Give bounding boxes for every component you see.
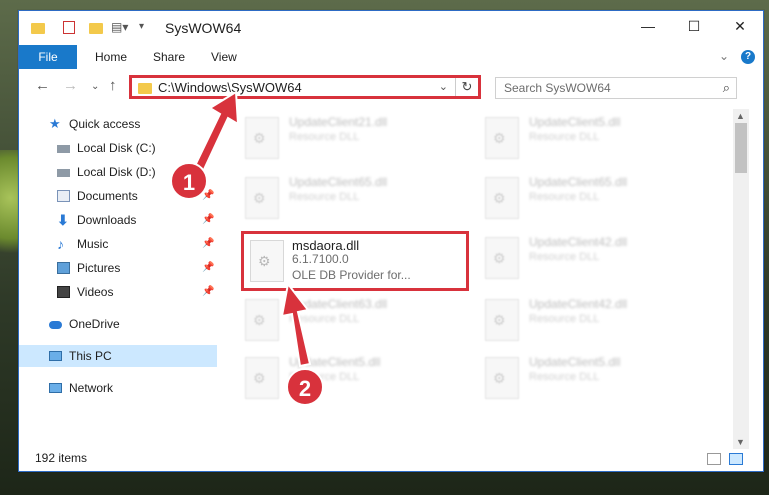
- step-1-badge: 1: [170, 162, 208, 200]
- annotation-arrows: [190, 90, 312, 368]
- step-2-badge: 2: [286, 368, 324, 406]
- arrow-2: [280, 281, 312, 368]
